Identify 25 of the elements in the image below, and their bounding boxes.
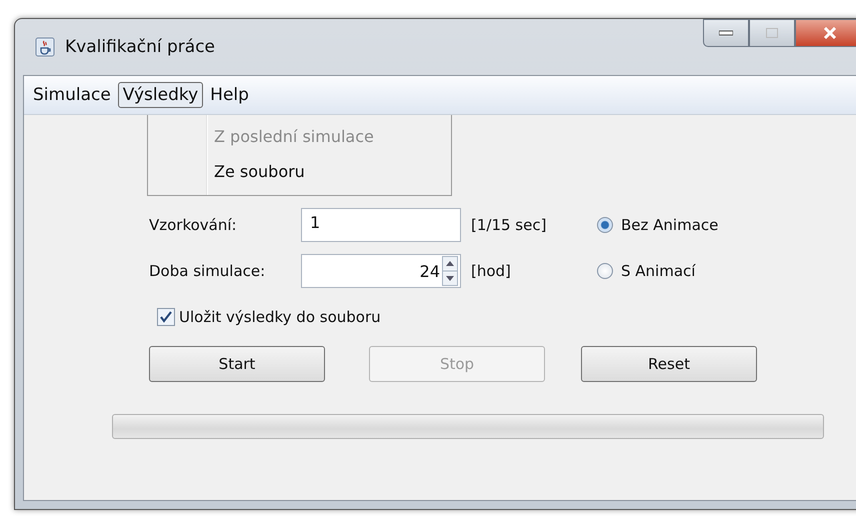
minimize-button[interactable] xyxy=(703,19,749,47)
window-title: Kvalifikační práce xyxy=(65,37,215,57)
cup-icon xyxy=(35,37,55,57)
duration-spinner[interactable]: 24 xyxy=(301,254,461,288)
sampling-unit: [1/15 sec] xyxy=(470,216,548,234)
duration-label: Doba simulace: xyxy=(149,262,266,280)
menu-item[interactable]: Simulace xyxy=(28,82,116,108)
menu-item[interactable]: Help xyxy=(205,82,254,108)
checkbox-label: Uložit výsledky do souboru xyxy=(179,308,381,326)
sampling-label: Vzorkování: xyxy=(149,216,238,234)
sampling-field[interactable]: 1 xyxy=(301,208,461,242)
close-button[interactable] xyxy=(795,19,856,47)
menu-item[interactable]: Výsledky xyxy=(118,82,204,108)
radio-option[interactable]: S Animací xyxy=(591,262,856,280)
maximize-button[interactable] xyxy=(749,19,795,47)
radio-option[interactable]: Bez Animace xyxy=(591,216,856,234)
menu-option[interactable]: Ze souboru xyxy=(148,154,451,189)
action-button[interactable]: Start xyxy=(149,346,325,382)
duration-unit: [hod] xyxy=(470,262,512,280)
maximize-icon xyxy=(766,28,778,38)
spinner-arrows-icon xyxy=(442,256,458,286)
minimize-icon xyxy=(719,30,733,36)
action-button[interactable]: Reset xyxy=(581,346,757,382)
close-icon xyxy=(823,27,837,39)
checkbox[interactable] xyxy=(157,308,175,326)
